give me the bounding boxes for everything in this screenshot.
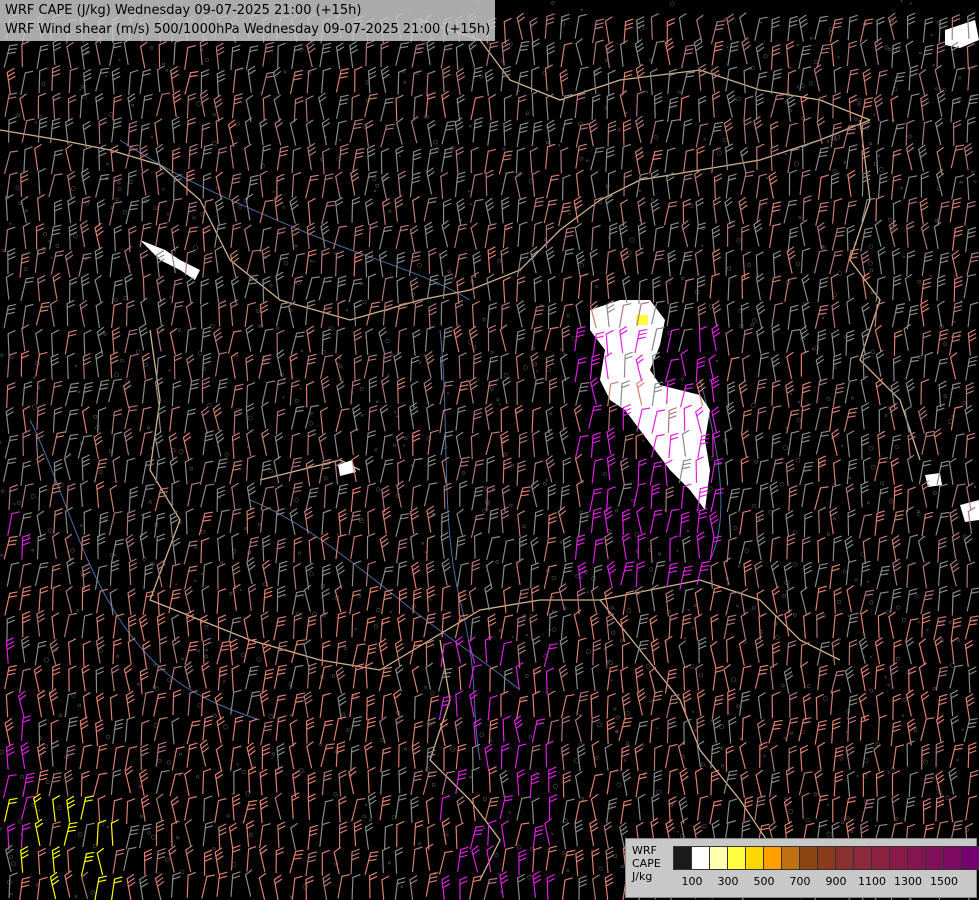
legend-swatches (673, 846, 979, 870)
legend-ticks: 100 300 500 700 900 1100 1300 1500 (674, 875, 974, 889)
legend-swatch (781, 846, 800, 870)
legend-swatch (871, 846, 890, 870)
legend-tick-label: 700 (789, 875, 811, 888)
wind-shear-title: WRF Wind shear (m/s) 500/1000hPa Wednesd… (5, 22, 491, 37)
legend-tick-label: 300 (717, 875, 739, 888)
legend-tick-label: 500 (753, 875, 775, 888)
legend-swatch (817, 846, 836, 870)
cape-legend: WRF CAPE J/kg 100 300 500 700 900 1100 1300 150… (625, 838, 979, 898)
legend-swatch (835, 846, 854, 870)
legend-tick-label: 1100 (858, 875, 886, 888)
map-title-box: WRF CAPE (J/kg) Wednesday 09-07-2025 21:… (0, 0, 496, 41)
legend-swatch (691, 846, 710, 870)
legend-field: CAPE (632, 857, 661, 870)
legend-tick-label: 900 (825, 875, 847, 888)
cape-title: WRF CAPE (J/kg) Wednesday 09-07-2025 21:… (5, 3, 362, 18)
legend-swatch (727, 846, 746, 870)
weather-map (0, 0, 979, 900)
legend-tick-label: 100 (681, 875, 703, 888)
legend-model: WRF (632, 844, 657, 857)
legend-swatch (709, 846, 728, 870)
legend-swatch (745, 846, 764, 870)
legend-unit: J/kg (632, 870, 653, 883)
legend-swatch (907, 846, 926, 870)
legend-labels: WRF CAPE J/kg (632, 844, 661, 883)
legend-tick-label: 1500 (930, 875, 958, 888)
legend-swatch (925, 846, 944, 870)
legend-swatch (961, 846, 979, 870)
legend-tick-label: 1300 (894, 875, 922, 888)
legend-swatch (853, 846, 872, 870)
legend-swatch (889, 846, 908, 870)
legend-swatch (799, 846, 818, 870)
legend-swatch (943, 846, 962, 870)
legend-swatch (763, 846, 782, 870)
legend-swatch (673, 846, 692, 870)
